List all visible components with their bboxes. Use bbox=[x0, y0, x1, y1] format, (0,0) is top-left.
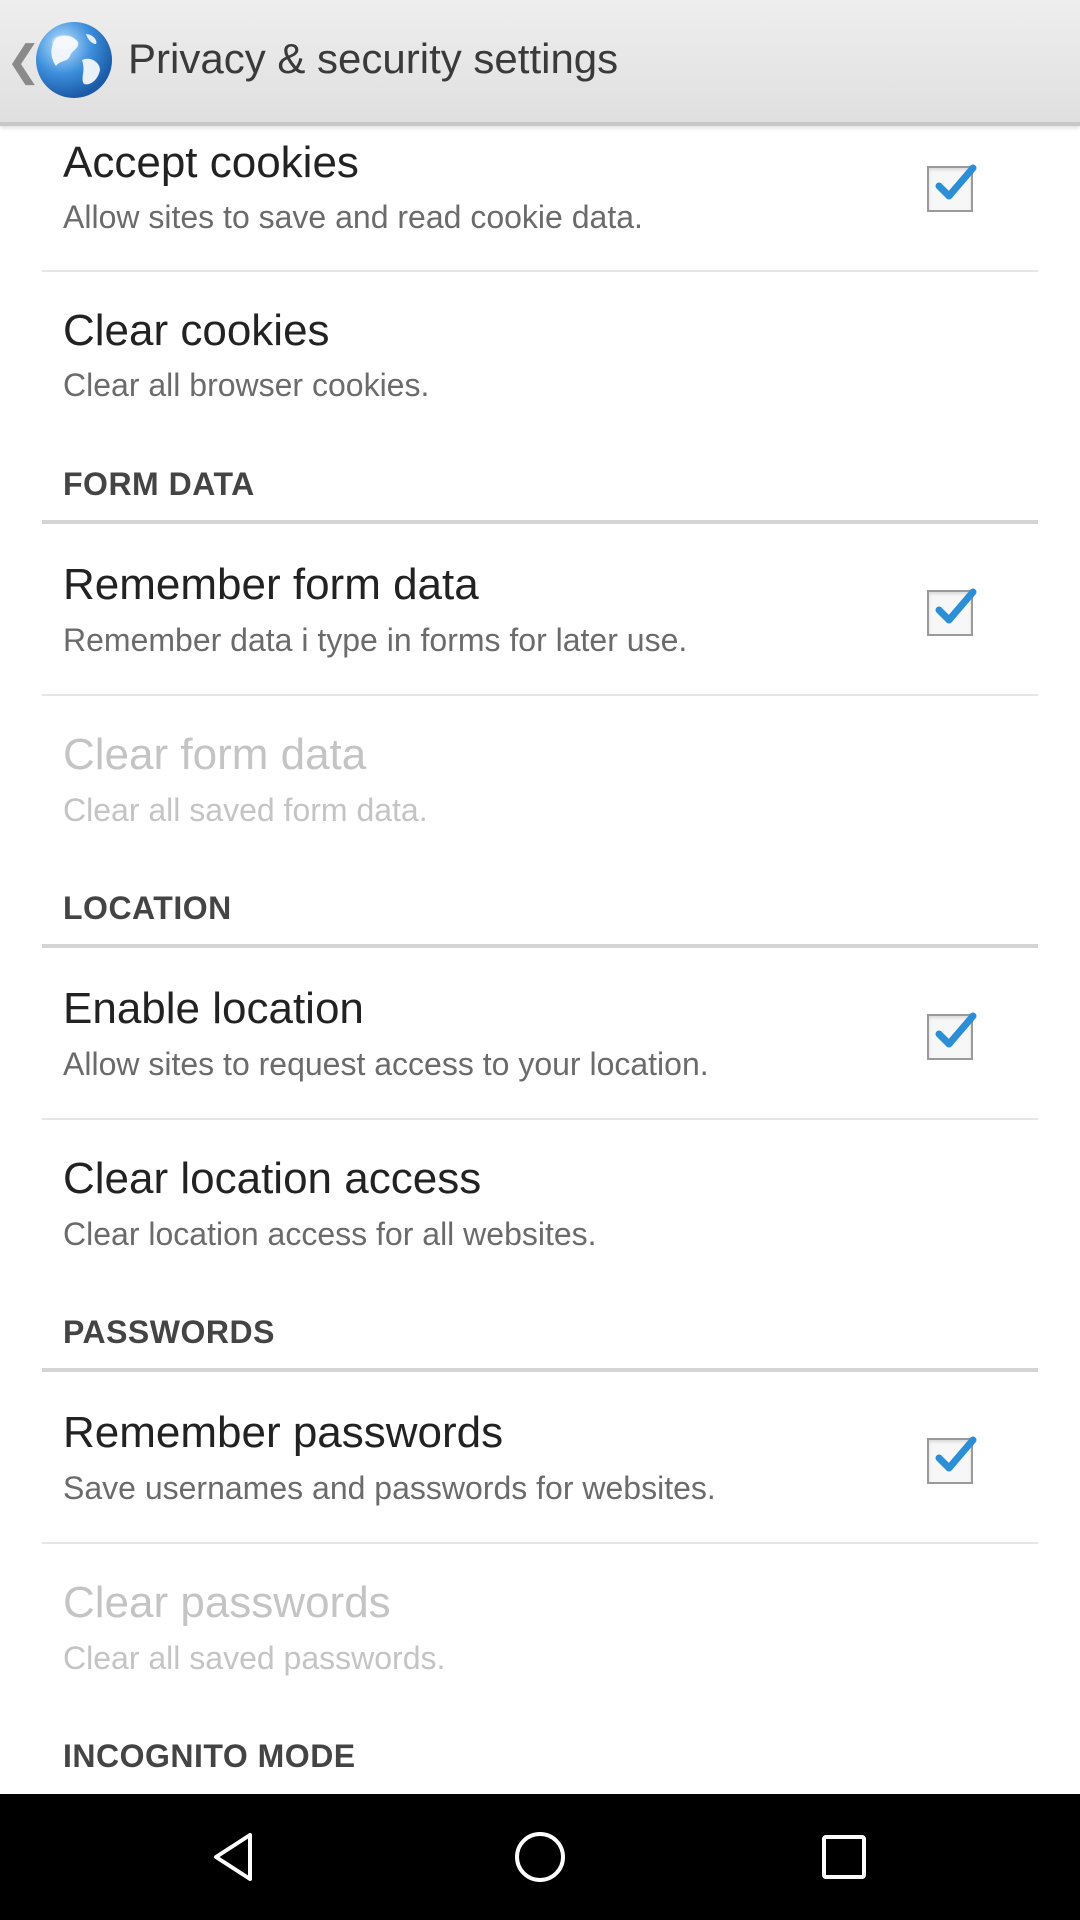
remember-form-data-checkbox[interactable] bbox=[927, 588, 977, 636]
pref-summary: Save usernames and passwords for website… bbox=[63, 1470, 716, 1506]
pref-title: Enable location bbox=[63, 984, 364, 1033]
pref-summary: Clear all saved form data. bbox=[63, 792, 428, 828]
pref-remember-form-data[interactable]: Remember form data Remember data i type … bbox=[42, 524, 1038, 694]
system-navigation-bar bbox=[0, 1794, 1080, 1920]
pref-title: Remember form data bbox=[63, 560, 479, 609]
category-location: LOCATION bbox=[63, 890, 232, 926]
pref-summary: Clear all saved passwords. bbox=[63, 1640, 446, 1676]
page-title: Privacy & security settings bbox=[128, 35, 619, 82]
pref-clear-passwords: Clear passwords Clear all saved password… bbox=[42, 1544, 1038, 1694]
back-chevron-icon[interactable]: ❮ bbox=[6, 38, 41, 84]
nav-back-icon[interactable] bbox=[206, 1827, 266, 1887]
pref-remember-passwords[interactable]: Remember passwords Save usernames and pa… bbox=[42, 1372, 1038, 1542]
remember-passwords-checkbox[interactable] bbox=[927, 1436, 977, 1484]
pref-title: Clear form data bbox=[63, 730, 367, 779]
pref-summary: Clear location access for all websites. bbox=[63, 1216, 597, 1252]
globe-icon[interactable] bbox=[34, 20, 114, 100]
pref-title: Clear cookies bbox=[63, 306, 330, 355]
pref-title: Clear passwords bbox=[63, 1578, 391, 1627]
category-incognito-mode: INCOGNITO MODE bbox=[63, 1738, 356, 1774]
pref-enable-location[interactable]: Enable location Allow sites to request a… bbox=[42, 948, 1038, 1118]
pref-accept-cookies[interactable]: Accept cookies Allow sites to save and r… bbox=[42, 126, 1038, 270]
pref-clear-form-data: Clear form data Clear all saved form dat… bbox=[42, 696, 1038, 846]
action-bar: ❮ Privacy & security settings bbox=[0, 0, 1080, 126]
pref-summary: Allow sites to request access to your lo… bbox=[63, 1046, 709, 1082]
pref-clear-location-access[interactable]: Clear location access Clear location acc… bbox=[42, 1120, 1038, 1270]
pref-summary: Clear all browser cookies. bbox=[63, 367, 430, 403]
pref-clear-cookies[interactable]: Clear cookies Clear all browser cookies. bbox=[42, 272, 1038, 420]
enable-location-checkbox[interactable] bbox=[927, 1012, 977, 1060]
pref-title: Accept cookies bbox=[63, 138, 359, 187]
accept-cookies-checkbox[interactable] bbox=[927, 164, 977, 212]
nav-home-icon[interactable] bbox=[510, 1827, 570, 1887]
nav-recents-icon[interactable] bbox=[814, 1827, 874, 1887]
pref-summary: Allow sites to save and read cookie data… bbox=[63, 199, 643, 235]
pref-title: Clear location access bbox=[63, 1154, 482, 1203]
category-passwords: PASSWORDS bbox=[63, 1314, 275, 1350]
category-form-data: FORM DATA bbox=[63, 466, 255, 502]
pref-summary: Remember data i type in forms for later … bbox=[63, 622, 688, 658]
pref-title: Remember passwords bbox=[63, 1408, 504, 1457]
